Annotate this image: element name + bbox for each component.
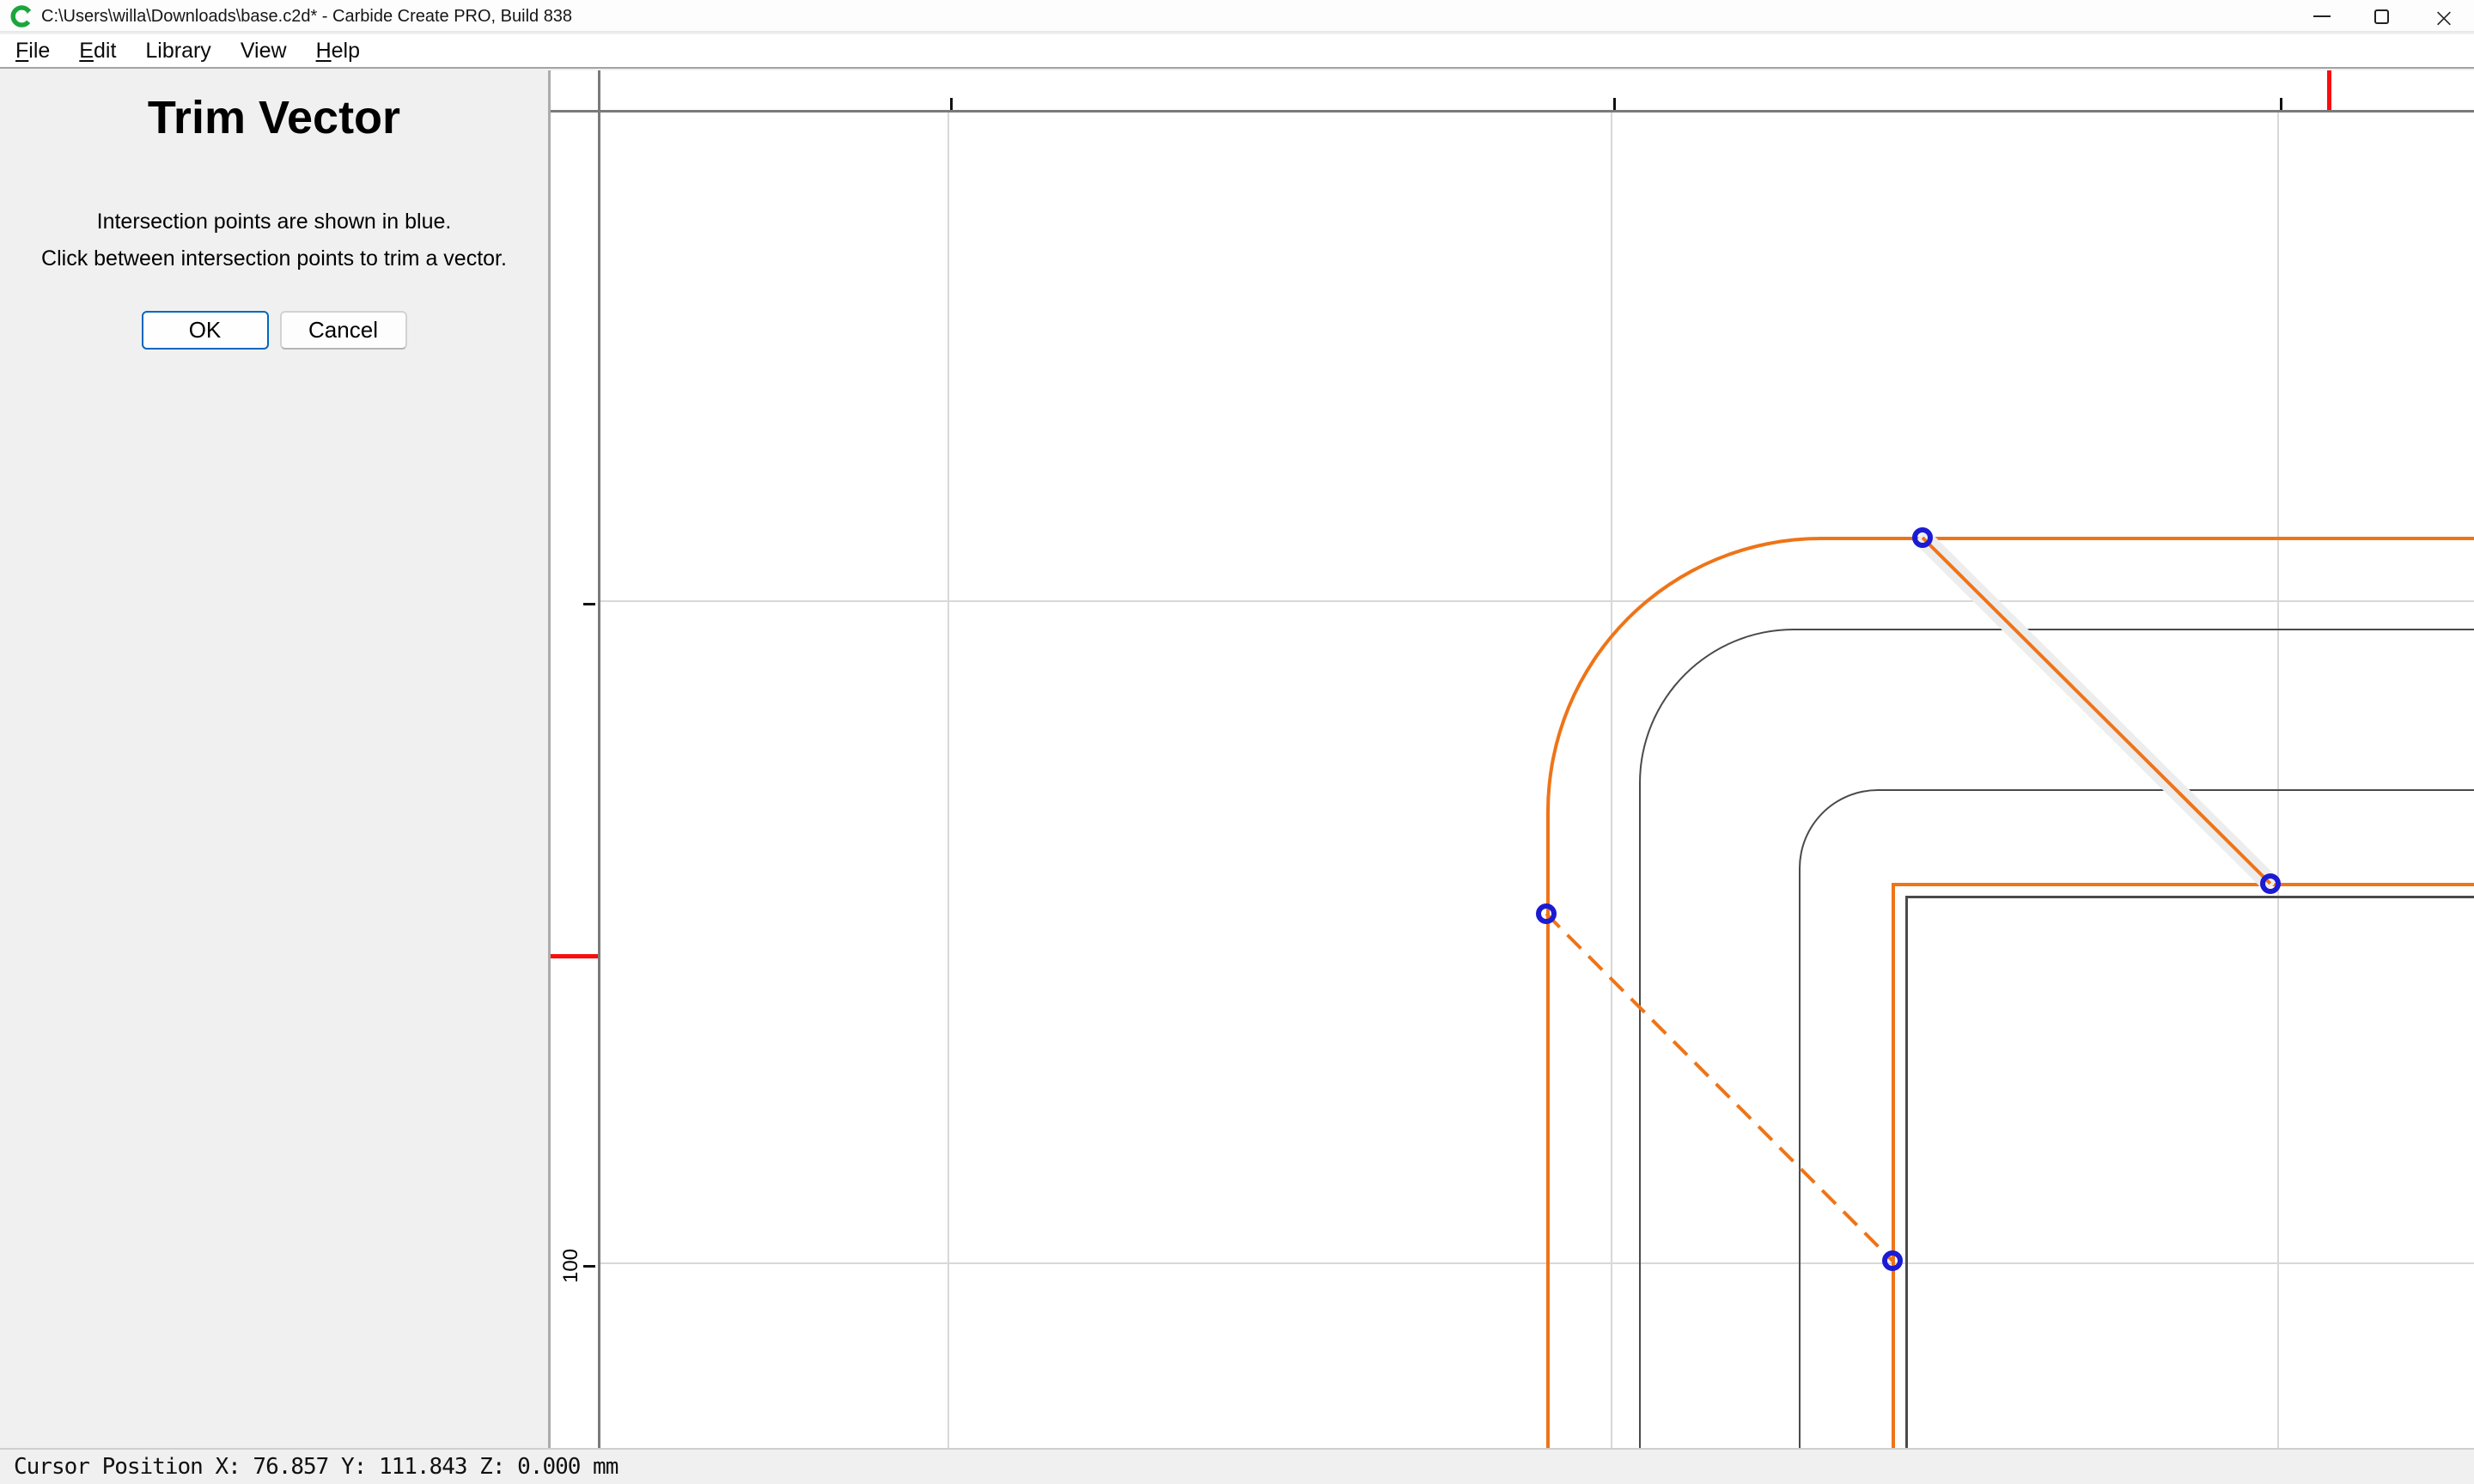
menu-item-library[interactable]: Library: [145, 39, 210, 64]
menu-item-help[interactable]: Help: [316, 39, 360, 64]
intersection-point[interactable]: [1912, 527, 1933, 548]
close-button[interactable]: [2431, 0, 2457, 33]
ruler-label-100: 100: [558, 1240, 584, 1292]
inner-gray-contour[interactable]: [1905, 896, 2474, 1448]
gridline: [948, 113, 949, 1448]
ok-button[interactable]: OK: [142, 311, 269, 350]
maximize-icon: [2374, 9, 2389, 24]
status-bar: Cursor Position X: 76.857 Y: 111.843 Z: …: [0, 1448, 2474, 1484]
menu-bar: File Edit Library View Help: [0, 34, 2474, 69]
ruler-tick: [583, 1265, 595, 1268]
ruler-tick: [950, 98, 953, 110]
design-canvas[interactable]: [600, 113, 2474, 1448]
intersection-point[interactable]: [1536, 903, 1557, 924]
menu-item-view[interactable]: View: [241, 39, 287, 64]
minimize-button[interactable]: [2309, 0, 2335, 33]
ruler-corner: [551, 70, 600, 113]
ruler-tick: [583, 603, 595, 605]
cancel-button[interactable]: Cancel: [280, 311, 407, 350]
title-bar: C:\Users\willa\Downloads\base.c2d* - Car…: [0, 0, 2474, 33]
window-title: C:\Users\willa\Downloads\base.c2d* - Car…: [41, 0, 572, 33]
ruler-tick: [2280, 98, 2282, 110]
ruler-tick: [1613, 98, 1616, 110]
dialog-title: Trim Vector: [0, 91, 548, 144]
cursor-marker-left: [551, 954, 598, 958]
app-logo-icon: [10, 5, 33, 27]
menu-item-edit[interactable]: Edit: [79, 39, 116, 64]
close-icon: [2437, 9, 2451, 23]
maximize-button[interactable]: [2368, 0, 2394, 33]
cursor-marker-top: [2327, 70, 2331, 110]
minimize-icon: [2313, 15, 2331, 17]
workspace: 100: [551, 70, 2474, 1448]
menu-item-file[interactable]: File: [15, 39, 50, 64]
dialog-instruction-2: Click between intersection points to tri…: [0, 246, 548, 271]
trim-vector-panel: Trim Vector Intersection points are show…: [0, 70, 551, 1448]
vertical-ruler: 100: [551, 113, 600, 1448]
dialog-instruction-1: Intersection points are shown in blue.: [0, 210, 548, 234]
horizontal-ruler: [600, 70, 2474, 113]
intersection-point[interactable]: [1882, 1250, 1903, 1271]
intersection-point[interactable]: [2260, 873, 2281, 894]
cursor-position-readout: Cursor Position X: 76.857 Y: 111.843 Z: …: [14, 1454, 618, 1480]
